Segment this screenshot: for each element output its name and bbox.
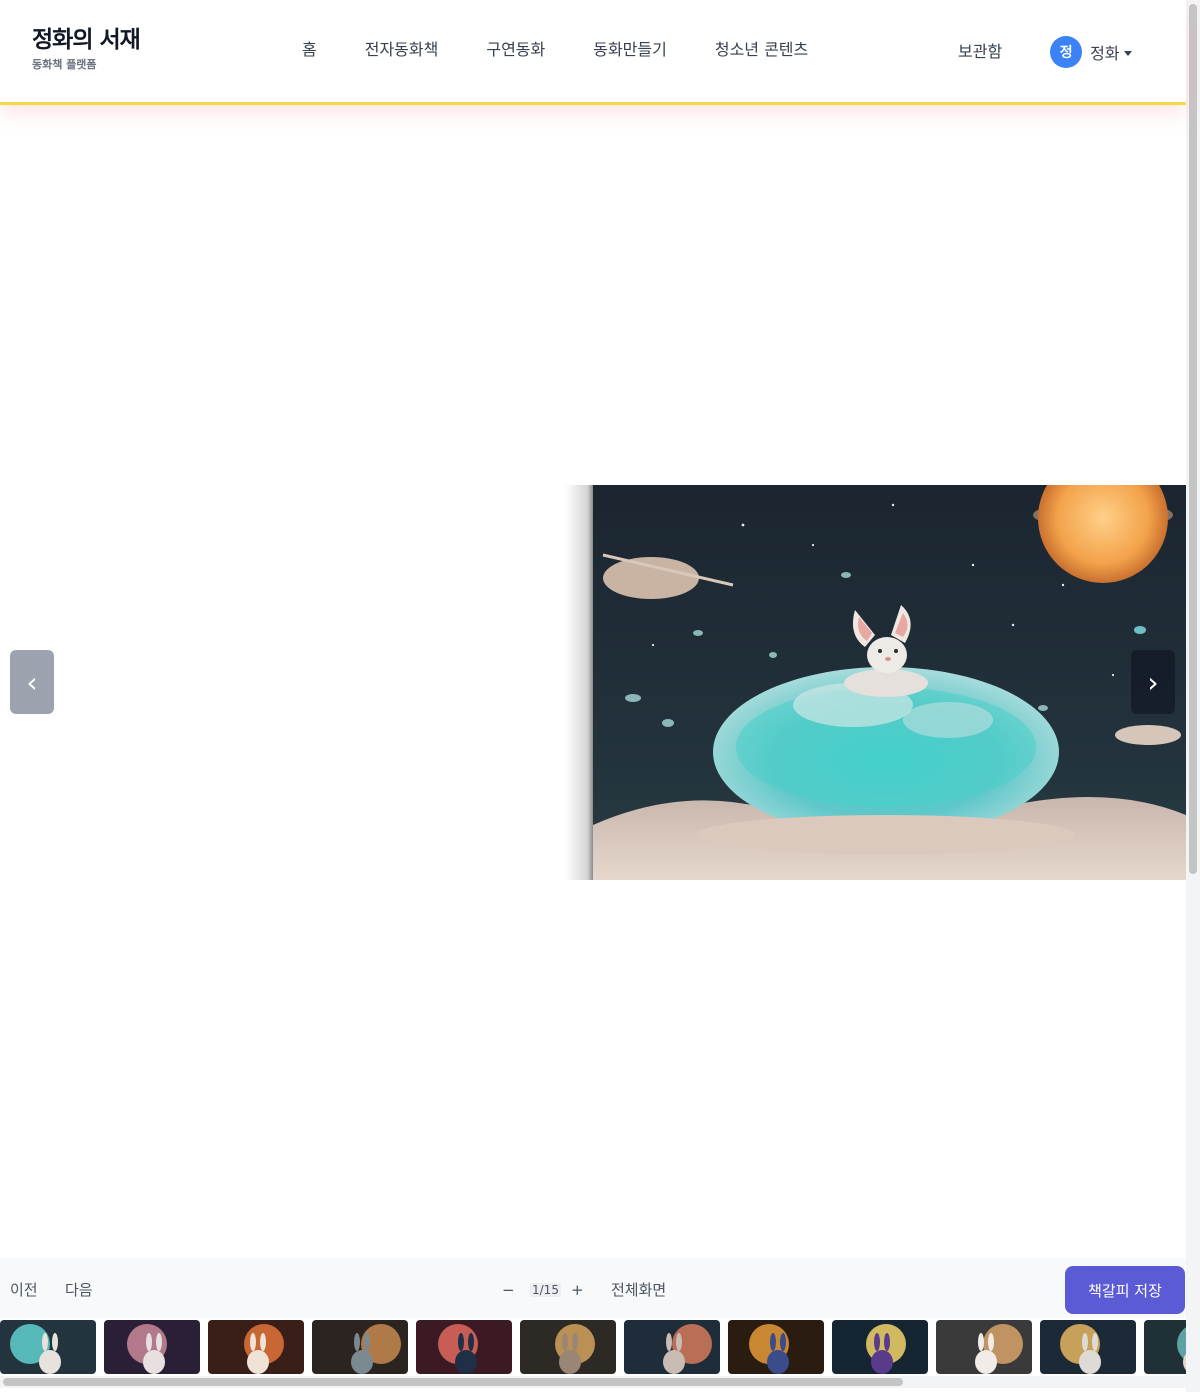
page-thumbnail[interactable] (624, 1320, 720, 1374)
thumbnail-illustration (312, 1320, 408, 1374)
top-header: 정화의 서재 동화책 플랫폼 홈 전자동화책 구연동화 동화만들기 청소년 콘텐… (0, 0, 1186, 105)
save-bookmark-button[interactable]: 책갈피 저장 (1065, 1266, 1185, 1314)
brand-logo[interactable]: 정화의 서재 동화책 플랫폼 (32, 26, 141, 72)
thumbnail-illustration (416, 1320, 512, 1374)
toolbar-prev-button[interactable]: 이전 (10, 1280, 38, 1300)
brand-subtitle: 동화책 플랫폼 (32, 58, 97, 71)
page-thumbnail[interactable] (936, 1320, 1032, 1374)
vertical-scroll-thumb[interactable] (1189, 4, 1197, 874)
brand-title[interactable]: 정화의 서재 (32, 26, 141, 54)
caret-down-icon[interactable] (1123, 50, 1132, 56)
page-thumbnail[interactable] (208, 1320, 304, 1374)
page-thumbnail[interactable] (1144, 1320, 1186, 1374)
thumbnail-illustration (0, 1320, 96, 1374)
book-page[interactable] (565, 485, 1186, 880)
nav-item-create-story[interactable]: 동화만들기 (569, 38, 691, 62)
horizontal-scrollbar[interactable] (0, 1376, 1186, 1388)
toolbar-next-button[interactable]: 다음 (65, 1280, 93, 1300)
zoom-out-button[interactable]: − (502, 1280, 515, 1300)
page-thumbnail[interactable] (520, 1320, 616, 1374)
vertical-scrollbar[interactable] (1186, 0, 1200, 1392)
page-counter: 1/15 (530, 1283, 561, 1297)
nav-item-storytelling[interactable]: 구연동화 (462, 38, 569, 62)
book-viewer: ‹ › (0, 108, 1186, 1256)
page-thumbnail[interactable] (416, 1320, 512, 1374)
thumbnail-illustration (1040, 1320, 1136, 1374)
page-thumbnail[interactable] (104, 1320, 200, 1374)
header-right: 보관함 정 정화 (958, 36, 1132, 68)
reader-toolbar: 이전 다음 − 1/15 + 전체화면 책갈피 저장 (0, 1258, 1186, 1318)
avatar[interactable]: 정 (1050, 36, 1083, 68)
main-nav: 홈 전자동화책 구연동화 동화만들기 청소년 콘텐츠 (278, 38, 832, 62)
fullscreen-button[interactable]: 전체화면 (611, 1280, 666, 1300)
thumbnail-illustration (832, 1320, 928, 1374)
nav-item-ebooks[interactable]: 전자동화책 (341, 38, 463, 62)
nav-item-home[interactable]: 홈 (278, 38, 341, 62)
user-menu[interactable]: 정 정화 (1050, 36, 1132, 68)
thumbnail-illustration (936, 1320, 1032, 1374)
page-thumbnail[interactable] (728, 1320, 824, 1374)
page-thumbnail[interactable] (832, 1320, 928, 1374)
thumbnail-illustration (728, 1320, 824, 1374)
thumbnail-list (0, 1320, 1186, 1374)
user-name[interactable]: 정화 (1090, 40, 1119, 64)
nav-item-youth-content[interactable]: 청소년 콘텐츠 (691, 38, 832, 62)
page-thumbnail[interactable] (312, 1320, 408, 1374)
thumbnail-illustration (1144, 1320, 1186, 1374)
zoom-in-button[interactable]: + (571, 1280, 584, 1300)
thumbnail-illustration (104, 1320, 200, 1374)
locker-link[interactable]: 보관함 (958, 38, 1002, 66)
thumbnail-illustration (520, 1320, 616, 1374)
page-thumbnail[interactable] (0, 1320, 96, 1374)
page-thumbnail[interactable] (1040, 1320, 1136, 1374)
prev-page-button[interactable]: ‹ (10, 650, 54, 714)
horizontal-scroll-thumb[interactable] (3, 1378, 903, 1386)
page-illustration (593, 485, 1186, 880)
thumbnail-strip (0, 1318, 1186, 1392)
thumbnail-illustration (624, 1320, 720, 1374)
thumbnail-illustration (208, 1320, 304, 1374)
page-gutter-shadow (565, 485, 593, 880)
next-page-button[interactable]: › (1131, 650, 1175, 714)
